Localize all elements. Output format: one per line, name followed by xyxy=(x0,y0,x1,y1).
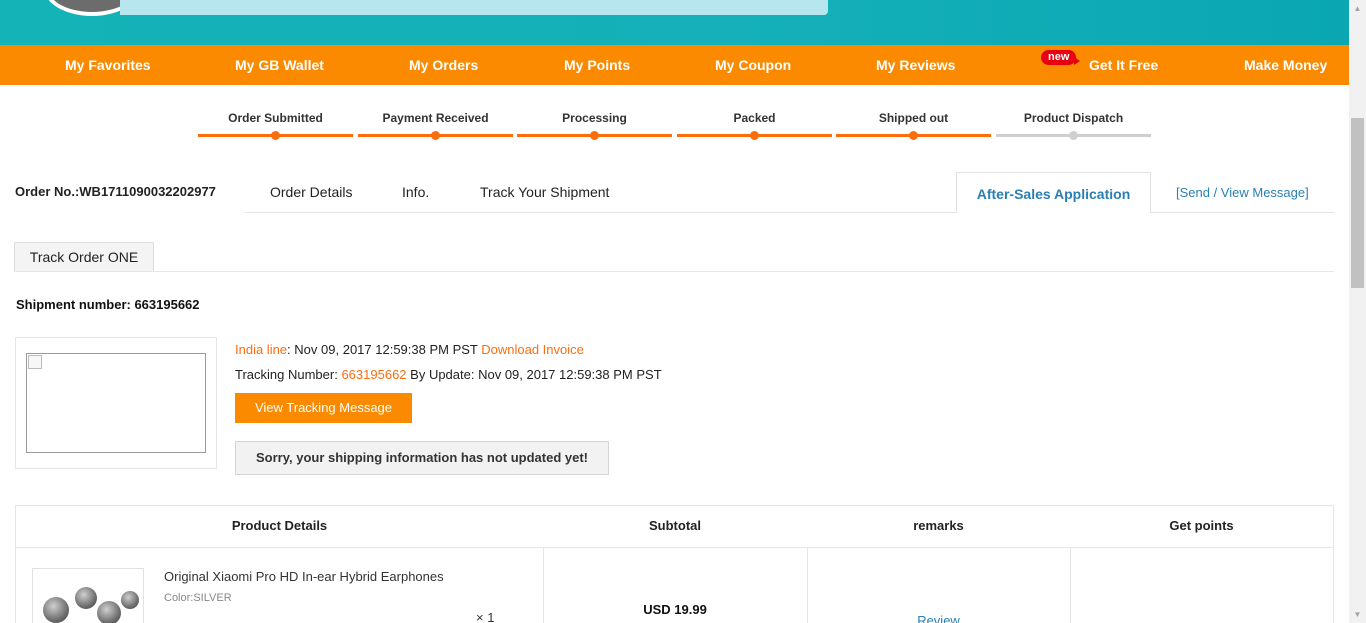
tab-info[interactable]: Info. xyxy=(402,184,429,200)
step-dot xyxy=(590,131,599,140)
header-product-details: Product Details xyxy=(231,518,328,533)
carrier-name: India line xyxy=(235,342,288,357)
header-subtotal: Subtotal xyxy=(649,518,701,533)
step-packed: Packed xyxy=(677,110,832,142)
order-number: Order No.:WB1711090032202977 xyxy=(15,184,216,199)
scroll-down-icon[interactable]: ▼ xyxy=(1349,606,1366,623)
table-column-divider xyxy=(807,547,808,623)
scroll-thumb[interactable] xyxy=(1351,118,1364,288)
step-processing: Processing xyxy=(517,110,672,142)
tab-track-order-one[interactable]: Track Order ONE xyxy=(14,242,154,271)
tab-after-sales-application[interactable]: After-Sales Application xyxy=(956,172,1151,213)
product-thumbnail[interactable] xyxy=(32,568,144,623)
nav-my-gb-wallet[interactable]: My GB Wallet xyxy=(235,45,324,85)
step-label: Order Submitted xyxy=(228,111,323,125)
step-dot xyxy=(431,131,440,140)
account-nav: My Favorites My GB Wallet My Orders My P… xyxy=(0,45,1349,85)
product-quantity: × 1 xyxy=(476,610,495,623)
tab-track-your-shipment[interactable]: Track Your Shipment xyxy=(480,184,609,200)
nav-my-reviews[interactable]: My Reviews xyxy=(876,45,955,85)
step-shipped-out: Shipped out xyxy=(836,110,991,142)
step-product-dispatch: Product Dispatch xyxy=(996,110,1151,142)
broken-image-icon xyxy=(28,355,42,369)
step-label: Product Dispatch xyxy=(1023,111,1124,125)
nav-my-orders[interactable]: My Orders xyxy=(409,45,478,85)
carrier-line: India line: Nov 09, 2017 12:59:38 PM PST… xyxy=(235,342,584,357)
nav-make-money[interactable]: Make Money xyxy=(1244,45,1327,85)
top-banner xyxy=(0,0,1349,45)
step-dot xyxy=(750,131,759,140)
product-name[interactable]: Original Xiaomi Pro HD In-ear Hybrid Ear… xyxy=(164,569,444,584)
table-header-divider xyxy=(16,547,1333,548)
review-link[interactable]: Review xyxy=(807,613,1070,623)
subtab-divider xyxy=(14,271,1334,272)
tracking-line: Tracking Number: 663195662 By Update: No… xyxy=(235,367,662,382)
tracking-number-label: Tracking Number: xyxy=(235,367,338,382)
table-column-divider xyxy=(1070,547,1071,623)
nav-get-it-free[interactable]: Get It Free xyxy=(1089,45,1158,85)
carrier-image xyxy=(26,353,206,453)
earphone-image xyxy=(43,597,69,623)
shipment-number: Shipment number: 663195662 xyxy=(16,297,200,312)
product-color: Color:SILVER xyxy=(164,592,232,604)
step-label: Processing xyxy=(562,111,627,125)
scroll-up-icon[interactable]: ▲ xyxy=(1349,0,1366,17)
shipping-notice: Sorry, your shipping information has not… xyxy=(235,441,609,475)
shipment-date: Nov 09, 2017 12:59:38 PM PST xyxy=(294,342,478,357)
tabs-divider xyxy=(245,212,1334,213)
vertical-scrollbar[interactable]: ▲ ▼ xyxy=(1349,0,1366,623)
step-label: Shipped out xyxy=(878,111,949,125)
product-subtotal: USD 19.99 xyxy=(643,602,707,617)
nav-my-favorites[interactable]: My Favorites xyxy=(65,45,151,85)
update-text: By Update: Nov 09, 2017 12:59:38 PM PST xyxy=(410,367,662,382)
step-label: Packed xyxy=(733,111,776,125)
new-badge: new xyxy=(1041,50,1081,65)
earphone-image xyxy=(121,591,139,609)
step-dot xyxy=(271,131,280,140)
product-table: Product Details Subtotal remarks Get poi… xyxy=(15,505,1334,623)
nav-my-points[interactable]: My Points xyxy=(564,45,630,85)
step-dot xyxy=(1069,131,1078,140)
earphone-image xyxy=(97,601,121,623)
tracking-number-link[interactable]: 663195662 xyxy=(341,367,406,382)
carrier-separator: : xyxy=(287,342,291,357)
carrier-image-frame xyxy=(15,337,217,469)
step-label: Payment Received xyxy=(382,111,489,125)
step-payment-received: Payment Received xyxy=(358,110,513,142)
send-view-message-link[interactable]: [Send / View Message] xyxy=(1176,185,1309,200)
download-invoice-link[interactable]: Download Invoice xyxy=(481,342,584,357)
tab-order-details[interactable]: Order Details xyxy=(270,184,352,200)
step-order-submitted: Order Submitted xyxy=(198,110,353,142)
view-tracking-message-button[interactable]: View Tracking Message xyxy=(235,393,412,423)
nav-my-coupon[interactable]: My Coupon xyxy=(715,45,791,85)
step-dot xyxy=(909,131,918,140)
banner-highlight xyxy=(120,0,828,15)
earphone-image xyxy=(75,587,97,609)
header-remarks: remarks xyxy=(913,518,964,533)
header-get-points: Get points xyxy=(1169,518,1234,533)
